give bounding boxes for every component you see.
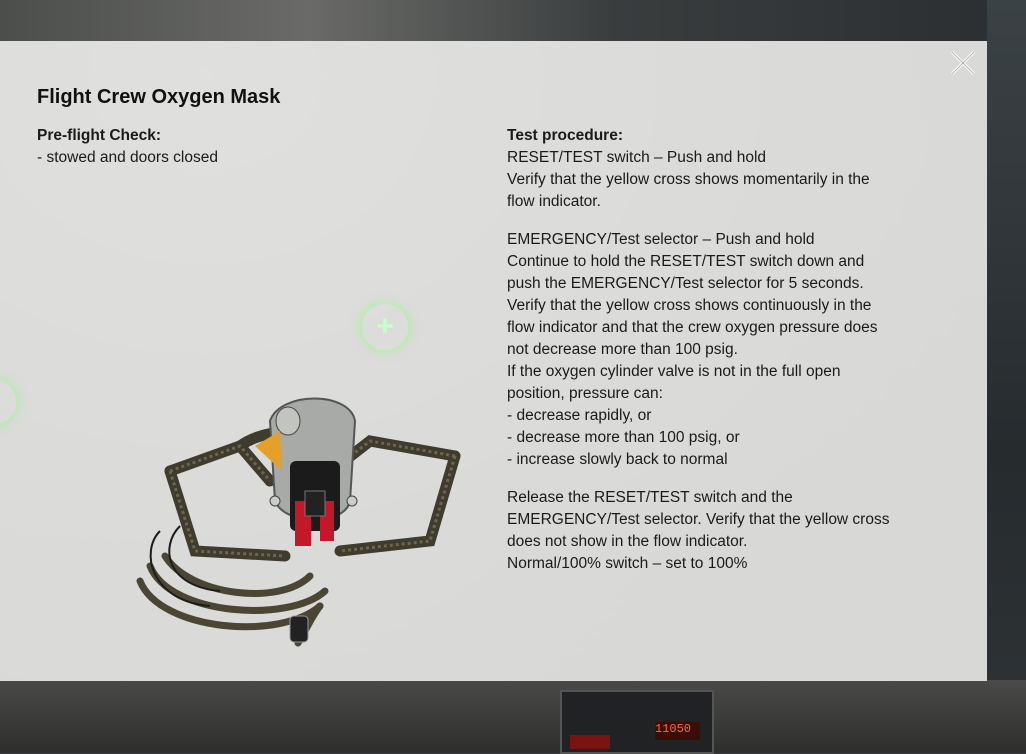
text-line: flow indicator. <box>507 193 601 210</box>
modal-title: Flight Crew Oxygen Mask <box>37 86 281 108</box>
text-line: Normal/100% switch – set to 100% <box>507 555 748 572</box>
close-button[interactable] <box>947 47 979 79</box>
info-modal: Flight Crew Oxygen Mask Pre-flight Check… <box>0 41 987 681</box>
test-procedure-section: Test procedure: RESET/TEST switch – Push… <box>507 125 947 591</box>
text-line: Verify that the yellow cross shows momen… <box>507 171 870 188</box>
cockpit-background-top <box>0 0 1026 41</box>
text-line: push the EMERGENCY/Test selector for 5 s… <box>507 275 864 292</box>
text-line: not decrease more than 100 psig. <box>507 341 738 358</box>
text-line: does not show in the flow indicator. <box>507 533 748 550</box>
test-paragraph-1: RESET/TEST switch – Push and hold Verify… <box>507 147 947 213</box>
preflight-heading: Pre-flight Check: <box>37 127 162 144</box>
text-line: Continue to hold the RESET/TEST switch d… <box>507 253 865 270</box>
text-line: EMERGENCY/Test selector – Push and hold <box>507 231 815 248</box>
text-line: Verify that the yellow cross shows conti… <box>507 297 872 314</box>
text-line: - increase slowly back to normal <box>507 451 728 468</box>
text-line: If the oxygen cylinder valve is not in t… <box>507 363 841 380</box>
cockpit-background-panel <box>0 680 1026 753</box>
text-line: EMERGENCY/Test selector. Verify that the… <box>507 511 890 528</box>
cockpit-red-indicator <box>570 735 610 749</box>
oxygen-mask-image <box>136 397 461 647</box>
text-line: RESET/TEST switch – Push and hold <box>507 149 767 166</box>
close-icon <box>950 50 976 76</box>
text-line: position, pressure can: <box>507 385 663 402</box>
test-paragraph-3: Release the RESET/TEST switch and the EM… <box>507 487 947 575</box>
text-line: - decrease more than 100 psig, or <box>507 429 740 446</box>
cockpit-background-right <box>987 0 1026 753</box>
plus-icon: + <box>376 310 394 343</box>
preflight-section: Pre-flight Check: - stowed and doors clo… <box>37 125 457 169</box>
test-heading: Test procedure: <box>507 127 623 144</box>
text-line: Release the RESET/TEST switch and the <box>507 489 793 506</box>
test-paragraph-2: EMERGENCY/Test selector – Push and hold … <box>507 229 947 471</box>
hotspot-button[interactable]: + <box>360 302 410 352</box>
text-line: flow indicator and that the crew oxygen … <box>507 319 878 336</box>
text-line: - decrease rapidly, or <box>507 407 652 424</box>
preflight-line: - stowed and doors closed <box>37 149 218 166</box>
cockpit-led-display: 11050 <box>655 722 700 740</box>
